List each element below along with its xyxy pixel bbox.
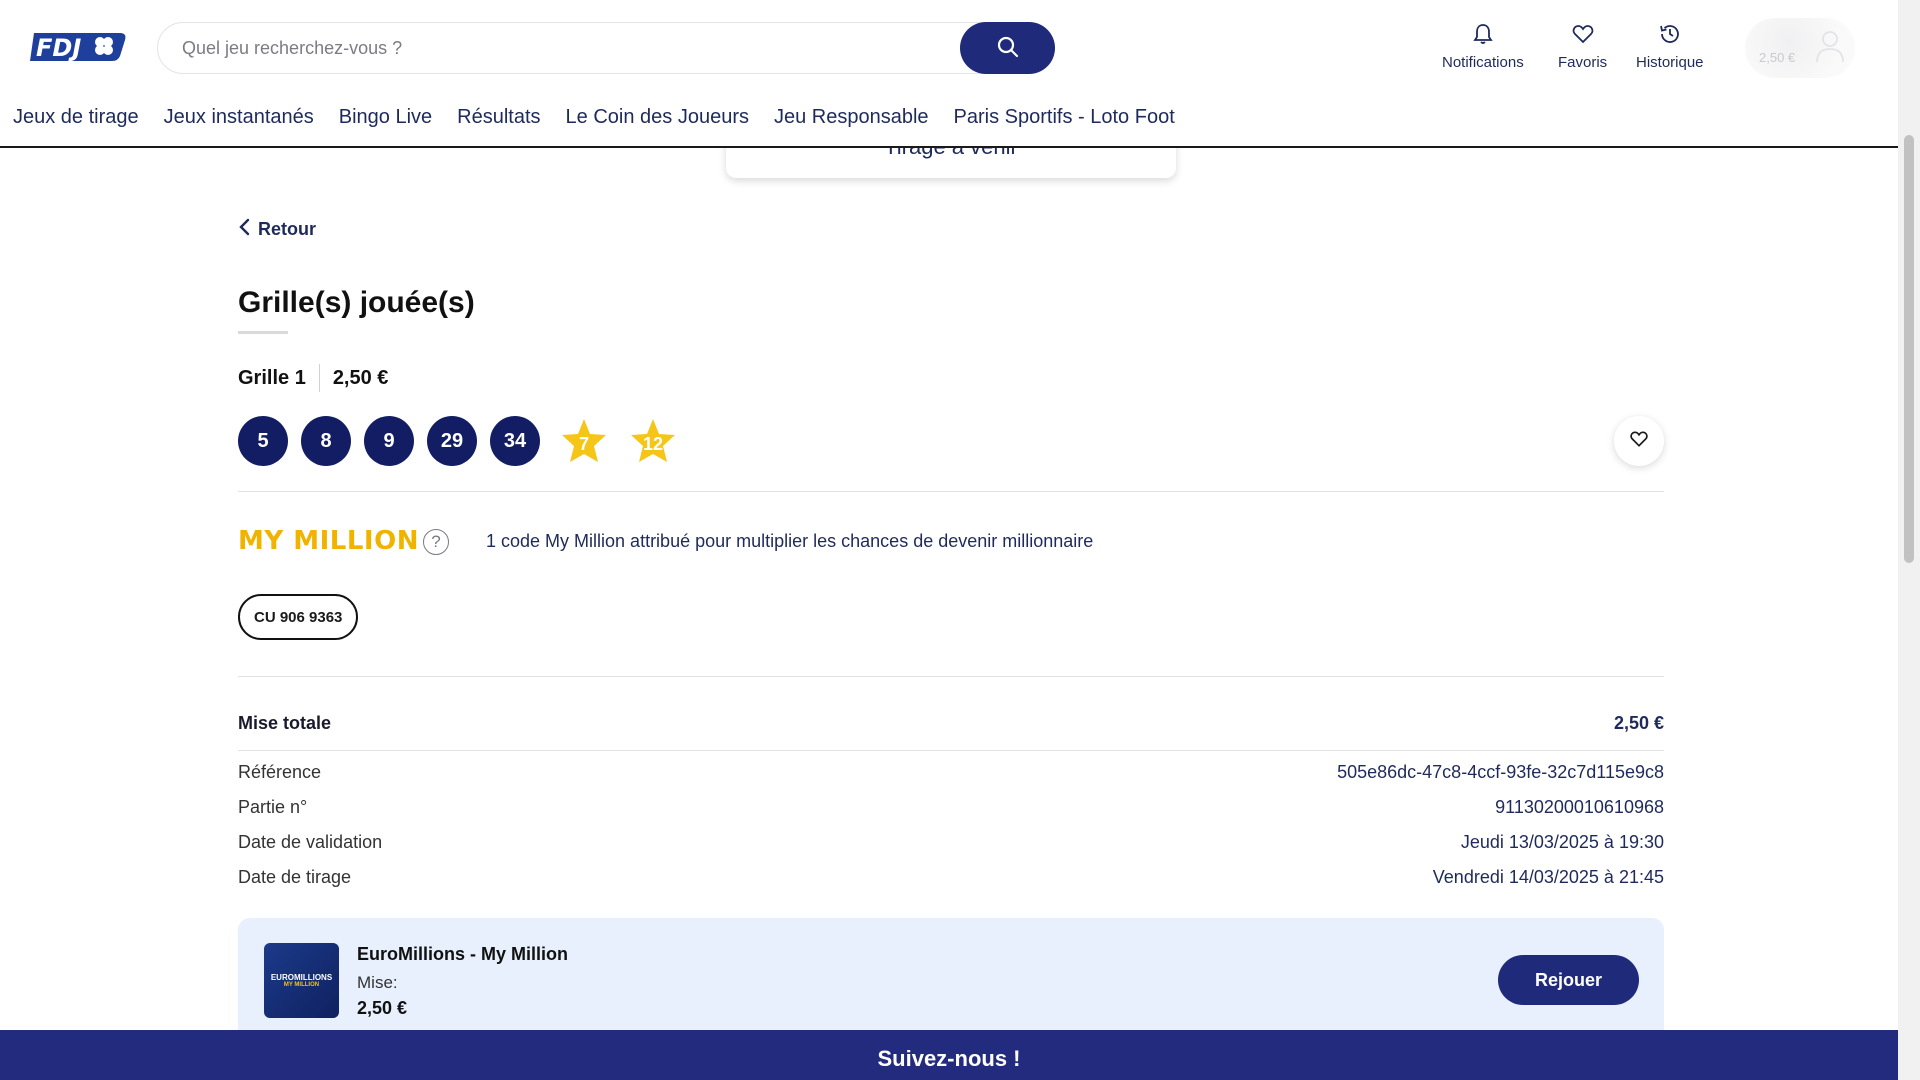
- notifications-label: Notifications: [1442, 54, 1524, 71]
- nav-coin-des-joueurs[interactable]: Le Coin des Joueurs: [566, 106, 749, 129]
- mise-totale-row: Mise totale 2,50 €: [238, 713, 1664, 734]
- grille-label: Grille 1: [238, 366, 306, 389]
- card-title: EuroMillions - My Million: [357, 944, 568, 964]
- nav-resultats[interactable]: Résultats: [457, 106, 540, 129]
- heart-icon: [1629, 429, 1649, 454]
- validation-value: Jeudi 13/03/2025 à 19:30: [1460, 832, 1664, 852]
- search-input[interactable]: [182, 23, 882, 73]
- divider: [238, 750, 1664, 751]
- tirage-label: Date de tirage: [238, 867, 352, 887]
- star-number: 7: [559, 416, 609, 466]
- nav-paris-sportifs[interactable]: Paris Sportifs - Loto Foot: [954, 106, 1175, 129]
- validation-row: Date de validation Jeudi 13/03/2025 à 19…: [238, 832, 1664, 853]
- grille-header: Grille 1 2,50 €: [238, 364, 388, 392]
- partie-row: Partie n° 91130200010610968: [238, 797, 1664, 818]
- search-icon: [997, 36, 1019, 61]
- divider: [238, 491, 1664, 492]
- number-ball: 8: [301, 416, 351, 466]
- number-ball: 29: [427, 416, 477, 466]
- grille-numbers: 5 8 9 29 34 7 12: [238, 416, 678, 466]
- star-value: 12: [642, 433, 664, 454]
- mise-totale-label: Mise totale: [238, 713, 332, 733]
- reference-label: Référence: [238, 762, 322, 782]
- number-ball: 9: [364, 416, 414, 466]
- mise-totale-value: 2,50 €: [1613, 713, 1664, 733]
- scrollbar[interactable]: [1898, 0, 1920, 1080]
- site-header: FDJ Notifications Favoris Historique: [0, 0, 1898, 148]
- historique-label: Historique: [1636, 54, 1704, 71]
- svg-text:FDJ: FDJ: [36, 34, 81, 62]
- user-icon: [1815, 29, 1845, 68]
- favoris-label: Favoris: [1558, 54, 1608, 71]
- back-link[interactable]: Retour: [238, 218, 316, 241]
- chevron-left-icon: [238, 218, 250, 241]
- nav-jeu-responsable[interactable]: Jeu Responsable: [774, 106, 929, 129]
- nav-bingo-live[interactable]: Bingo Live: [339, 106, 432, 129]
- number-ball: 5: [238, 416, 288, 466]
- back-label: Retour: [258, 219, 316, 239]
- card-mise-value: 2,50 €: [357, 998, 408, 1018]
- fdj-logo[interactable]: FDJ: [28, 30, 128, 64]
- divider: [238, 676, 1664, 677]
- scrollbar-thumb[interactable]: [1904, 135, 1914, 563]
- star-number: 12: [628, 416, 678, 466]
- mymillion-description: 1 code My Million attribué pour multipli…: [486, 531, 1094, 551]
- search-button[interactable]: [960, 22, 1055, 74]
- nav-jeux-instantanes[interactable]: Jeux instantanés: [164, 106, 314, 129]
- title-underline: [238, 331, 288, 334]
- account-button[interactable]: 2,50 €: [1745, 18, 1855, 78]
- grille-separator: [318, 364, 320, 392]
- search-bar: [157, 22, 1055, 74]
- history-icon: [1658, 22, 1682, 54]
- partie-label: Partie n°: [238, 797, 308, 817]
- grille-price: 2,50 €: [332, 366, 389, 389]
- historique-button[interactable]: Historique: [1636, 22, 1704, 71]
- reference-value: 505e86dc-47c8-4ccf-93fe-32c7d115e9c8: [1337, 762, 1664, 782]
- partie-value: 91130200010610968: [1495, 797, 1664, 817]
- page-title: Grille(s) jouée(s): [238, 286, 475, 319]
- main-nav: Jeux de tirage Jeux instantanés Bingo Li…: [13, 106, 1175, 129]
- number-ball: 34: [490, 416, 540, 466]
- bell-icon: [1471, 22, 1495, 54]
- validation-label: Date de validation: [238, 832, 383, 852]
- game-card: EUROMILLIONS MY MILLION EuroMillions - M…: [238, 918, 1664, 1043]
- euromillions-logo-text: EUROMILLIONS: [270, 973, 333, 982]
- add-favorite-button[interactable]: [1614, 416, 1664, 466]
- mymillion-code: CU 906 9363: [238, 594, 359, 640]
- footer: Suivez-nous !: [0, 1030, 1898, 1080]
- nav-jeux-de-tirage[interactable]: Jeux de tirage: [13, 106, 139, 129]
- favoris-button[interactable]: Favoris: [1558, 22, 1607, 71]
- euromillions-logo: EUROMILLIONS MY MILLION: [264, 943, 339, 1018]
- mymillion-logo: MY MILLION: [238, 526, 419, 556]
- account-balance: 2,50 €: [1759, 50, 1796, 65]
- reference-row: Référence 505e86dc-47c8-4ccf-93fe-32c7d1…: [238, 762, 1664, 783]
- card-mise-label: Mise:: [357, 973, 398, 992]
- euromillions-logo-sub: MY MILLION: [283, 982, 320, 988]
- rejouer-button[interactable]: Rejouer: [1498, 955, 1639, 1005]
- tirage-value: Vendredi 14/03/2025 à 21:45: [1432, 867, 1664, 887]
- notifications-button[interactable]: Notifications: [1442, 22, 1524, 71]
- star-value: 7: [578, 433, 589, 454]
- help-icon[interactable]: ?: [423, 529, 449, 555]
- footer-title: Suivez-nous !: [877, 1046, 1021, 1071]
- heart-icon: [1571, 22, 1595, 54]
- tirage-row: Date de tirage Vendredi 14/03/2025 à 21:…: [238, 867, 1664, 888]
